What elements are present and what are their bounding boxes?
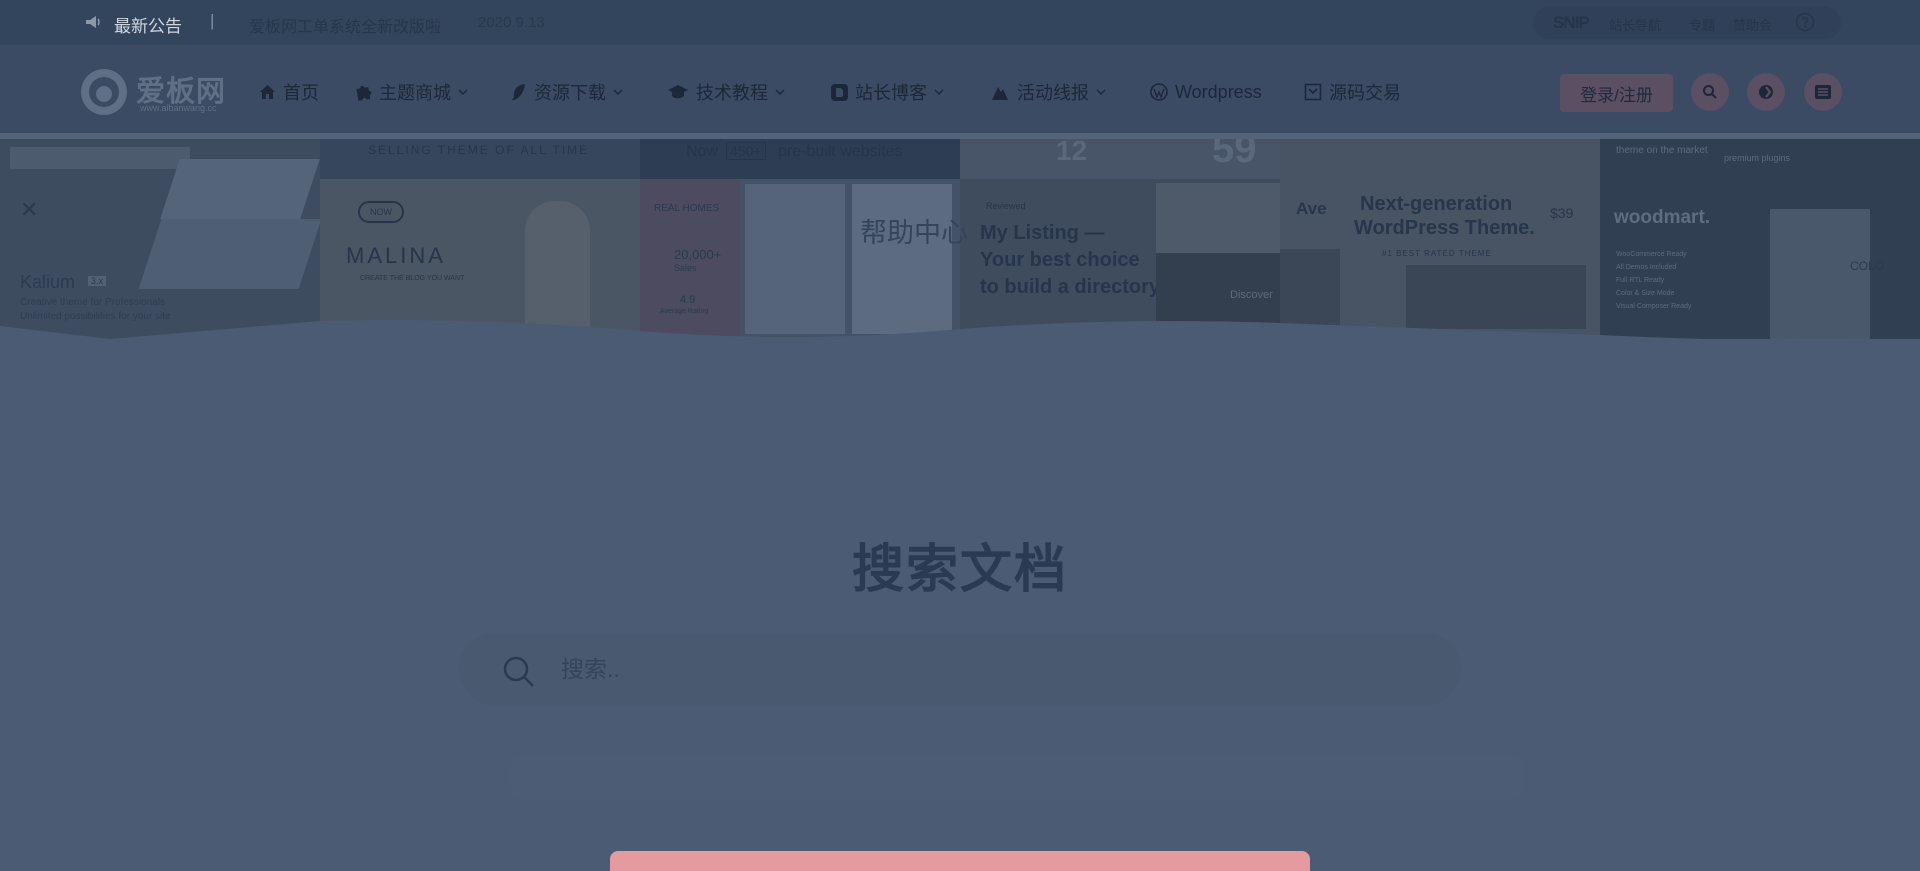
fire-icon [992, 87, 1008, 100]
announcement-title: 最新公告 [114, 17, 182, 36]
nav-label: 技术教程 [696, 83, 768, 103]
trade-icon [1304, 83, 1322, 101]
chevron-down-icon [613, 89, 623, 95]
home-icon [260, 85, 275, 99]
quick-links: SNIP 站长导航 专题 赞助会 [1533, 7, 1841, 39]
quick-link-sponsor[interactable]: 赞助会 [1733, 15, 1772, 34]
login-register-button[interactable]: 登录/注册 [1560, 74, 1673, 112]
quick-link-topics[interactable]: 专题 [1689, 15, 1715, 34]
nav-label: 站长博客 [855, 83, 927, 103]
menu-button[interactable] [1804, 73, 1842, 111]
snip-logo[interactable]: SNIP [1553, 13, 1590, 33]
chevron-down-icon [775, 89, 785, 95]
logo-mark-icon [81, 69, 127, 115]
chevron-down-icon [458, 89, 468, 95]
quick-link-nav[interactable]: 站长导航 [1609, 15, 1661, 34]
logo-domain: www.aibanwang.cc [140, 103, 217, 113]
nav-label: 资源下载 [534, 83, 606, 103]
nav-item-theme-store[interactable]: 主题商城 [354, 80, 468, 104]
nav-label: 活动线报 [1017, 83, 1089, 103]
announcement-bar: 最新公告 | 爱板网工单系统全新改版啦 2020.9.13 SNIP 站长导航 … [0, 0, 1920, 45]
chevron-down-icon [934, 89, 944, 95]
chevron-down-icon [1096, 89, 1106, 95]
help-icon[interactable] [1795, 12, 1815, 32]
search-icon [503, 656, 534, 687]
search-suggestions [509, 755, 1524, 799]
accent-banner [610, 851, 1310, 871]
nav-item-home[interactable]: 首页 [259, 80, 319, 104]
megaphone-icon [86, 16, 100, 28]
nav-item-wordpress[interactable]: Wordpress [1150, 80, 1262, 104]
nav-item-blog[interactable]: 站长博客 [831, 80, 944, 104]
announcement-link[interactable]: 爱板网工单系统全新改版啦 [249, 13, 441, 37]
puzzle-icon [356, 86, 372, 101]
nav-item-downloads[interactable]: 资源下载 [511, 80, 623, 104]
main-navbar: 爱板网 www.aibanwang.cc 首页 主题商城 资源下载 技术教程 站… [0, 45, 1920, 139]
nav-item-events[interactable]: 活动线报 [990, 80, 1106, 104]
nav-label: 主题商城 [379, 83, 451, 103]
nav-label: Wordpress [1175, 81, 1262, 102]
search-input[interactable] [559, 648, 1423, 690]
graduation-cap-icon [668, 85, 688, 99]
nav-label: 首页 [283, 83, 319, 103]
announcement-separator: | [210, 11, 215, 30]
site-logo[interactable]: 爱板网 www.aibanwang.cc [78, 64, 238, 120]
hero-banner: ✕ Kalium 3.x Creative theme for Professi… [0, 139, 1920, 349]
search-title: 搜索文档 [851, 541, 1068, 599]
nav-item-tutorials[interactable]: 技术教程 [667, 80, 785, 104]
wordpress-icon [1150, 83, 1168, 101]
search-icon [1703, 85, 1717, 99]
search-box [459, 633, 1461, 705]
hero-wave-divider [0, 320, 1920, 349]
blogger-icon [831, 83, 848, 101]
leaf-icon [512, 84, 525, 100]
nav-item-source-trade[interactable]: 源码交易 [1304, 80, 1401, 104]
theme-toggle-button[interactable] [1747, 73, 1785, 111]
announcement-date: 2020.9.13 [478, 14, 545, 31]
nav-label: 源码交易 [1329, 83, 1401, 103]
search-button[interactable] [1691, 73, 1729, 111]
theme-toggle-icon [1759, 85, 1773, 99]
list-icon [1815, 85, 1831, 99]
